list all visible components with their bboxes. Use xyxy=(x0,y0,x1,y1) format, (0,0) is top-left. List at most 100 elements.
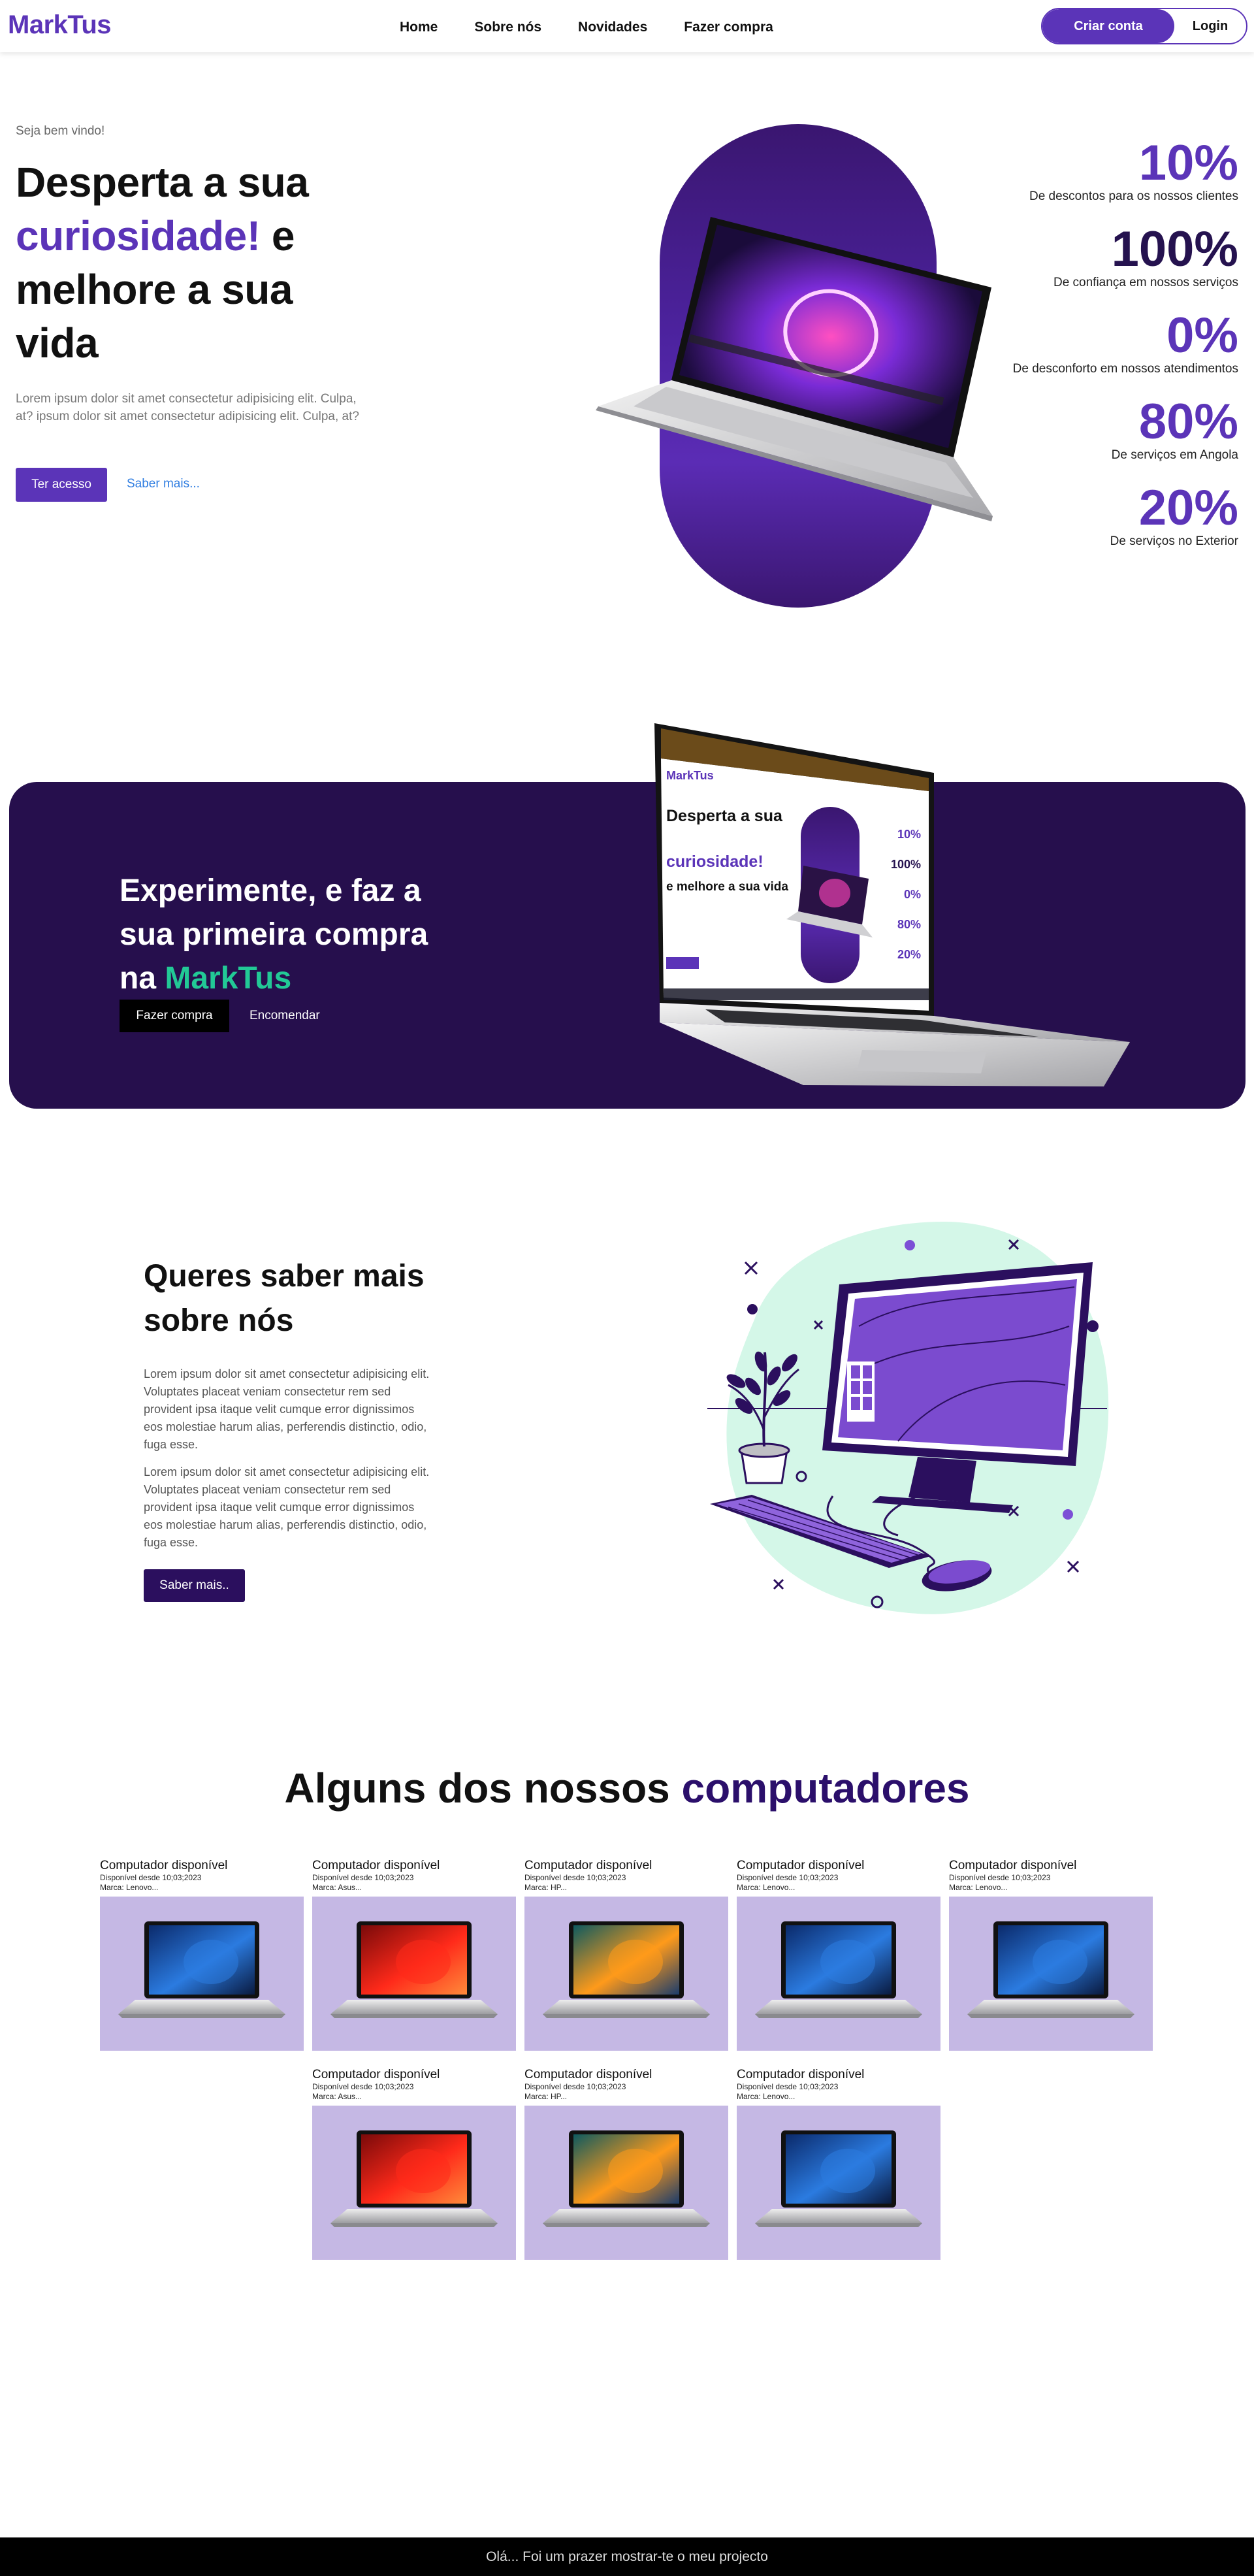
signup-button[interactable]: Criar conta xyxy=(1042,9,1174,43)
product-brand: Marca: HP... xyxy=(524,2092,568,2101)
nav-link-fazer-compra[interactable]: Fazer compra xyxy=(684,20,773,35)
nav-link-sobre-nos[interactable]: Sobre nós xyxy=(474,20,541,35)
products-title-accent: computadores xyxy=(681,1765,970,1812)
login-button[interactable]: Login xyxy=(1174,9,1246,43)
product-image xyxy=(312,1897,516,2051)
product-title: Computador disponível xyxy=(949,1859,1077,1872)
laptop-image xyxy=(755,1921,922,2018)
product-availability: Disponível desde 10;03;2023 xyxy=(737,2082,839,2091)
hero-description: Lorem ipsum dolor sit amet consectetur a… xyxy=(16,392,359,423)
product-card[interactable]: Computador disponível Disponível desde 10… xyxy=(949,1859,1153,2051)
hero-title-part1: Desperta a sua xyxy=(16,159,309,206)
auth-buttons: Criar conta Login xyxy=(1041,8,1247,44)
product-title: Computador disponível xyxy=(737,1859,865,1872)
stats-list: 10% De descontos para os nossos clientes… xyxy=(951,137,1238,568)
stat-label: De serviços em Angola xyxy=(1111,448,1238,462)
product-brand: Marca: Lenovo... xyxy=(100,1883,159,1892)
stat-item: 100% De confiança em nossos serviços xyxy=(951,223,1238,290)
hero-title-accent: curiosidade! xyxy=(16,212,261,259)
product-availability: Disponível desde 10;03;2023 xyxy=(100,1873,202,1882)
laptop-image xyxy=(330,2130,498,2227)
product-availability: Disponível desde 10;03;2023 xyxy=(524,1873,626,1882)
access-button[interactable]: Ter acesso xyxy=(16,468,107,502)
cta-laptop-image: MarkTus Desperta a sua curiosidade! e me… xyxy=(654,723,1130,1086)
main-nav: Home Sobre nós Novidades Fazer compra xyxy=(400,20,810,35)
stat-label: De confiança em nossos serviços xyxy=(1053,276,1238,289)
product-title: Computador disponível xyxy=(312,1859,440,1872)
laptop-image xyxy=(543,1921,710,2018)
product-title: Computador disponível xyxy=(312,2068,440,2081)
about-title: Queres saber mais sobre nós xyxy=(144,1259,425,1338)
stat-value: 10% xyxy=(1138,135,1238,191)
product-image xyxy=(524,2106,728,2260)
stat-label: De descontos para os nossos clientes xyxy=(1029,189,1238,203)
product-title: Computador disponível xyxy=(737,2068,865,2081)
nav-link-novidades[interactable]: Novidades xyxy=(578,20,647,35)
product-brand: Marca: Lenovo... xyxy=(949,1883,1008,1892)
product-card[interactable]: Computador disponível Disponível desde 10… xyxy=(312,1859,516,2051)
about-more-button[interactable]: Saber mais.. xyxy=(144,1569,245,1602)
order-link[interactable]: Encomendar xyxy=(249,1009,320,1023)
stat-item: 80% De serviços em Angola xyxy=(951,396,1238,463)
product-brand: Marca: Lenovo... xyxy=(737,2092,796,2101)
product-brand: Marca: Lenovo... xyxy=(737,1883,796,1892)
product-brand: Marca: Asus... xyxy=(312,1883,362,1892)
product-card[interactable]: Computador disponível Disponível desde 10… xyxy=(524,1859,728,2051)
cta-title: Experimente, e faz a sua primeira compra… xyxy=(120,869,459,1000)
laptop-image xyxy=(330,1921,498,2018)
laptop-image xyxy=(543,2130,710,2227)
stat-value: 100% xyxy=(1111,221,1238,277)
site-logo[interactable]: MarkTus xyxy=(8,10,112,40)
stat-item: 10% De descontos para os nossos clientes xyxy=(951,137,1238,204)
mockup-logo: MarkTus xyxy=(666,769,714,782)
mockup-title-accent: curiosidade! xyxy=(666,853,764,871)
mockup-stat: 100% xyxy=(891,858,921,871)
product-availability: Disponível desde 10;03;2023 xyxy=(312,1873,414,1882)
mockup-title-line1: Desperta a sua xyxy=(666,807,783,825)
laptop-image xyxy=(118,1921,285,2018)
footer-text: Olá... Foi um prazer mostrar-te o meu pr… xyxy=(486,2549,768,2564)
product-availability: Disponível desde 10;03;2023 xyxy=(737,1873,839,1882)
product-image xyxy=(312,2106,516,2260)
product-title: Computador disponível xyxy=(100,1859,228,1872)
product-image xyxy=(524,1897,728,2051)
welcome-text: Seja bem vindo! xyxy=(16,124,105,138)
mockup-title-line3: e melhore a sua vida xyxy=(666,880,788,894)
nav-link-home[interactable]: Home xyxy=(400,20,438,35)
mockup-stat: 20% xyxy=(897,948,921,961)
product-card[interactable]: Computador disponível Disponível desde 10… xyxy=(312,2068,516,2260)
hero-laptop-image xyxy=(596,217,993,521)
stat-value: 0% xyxy=(1166,308,1238,363)
product-brand: Marca: Asus... xyxy=(312,2092,362,2101)
product-availability: Disponível desde 10;03;2023 xyxy=(524,2082,626,2091)
mockup-stat: 80% xyxy=(897,918,921,931)
about-paragraph: Lorem ipsum dolor sit amet consectetur a… xyxy=(144,1465,430,1549)
stat-label: De serviços no Exterior xyxy=(1110,534,1238,548)
navbar: MarkTus Home Sobre nós Novidades Fazer c… xyxy=(0,0,1254,52)
stat-value: 20% xyxy=(1138,480,1238,536)
product-image xyxy=(949,1897,1153,2051)
buy-button[interactable]: Fazer compra xyxy=(120,1000,229,1032)
mockup-taskbar xyxy=(664,988,929,1000)
laptop-image xyxy=(755,2130,922,2227)
product-title: Computador disponível xyxy=(524,2068,652,2081)
product-card[interactable]: Computador disponível Disponível desde 10… xyxy=(524,2068,728,2260)
learn-more-link[interactable]: Saber mais... xyxy=(127,477,200,491)
footer: Olá... Foi um prazer mostrar-te o meu pr… xyxy=(0,2537,1254,2576)
product-brand: Marca: HP... xyxy=(524,1883,568,1892)
mockup-stat: 0% xyxy=(904,888,921,901)
mockup-button xyxy=(666,957,699,969)
product-card[interactable]: Computador disponível Disponível desde 10… xyxy=(737,1859,940,2051)
computer-illustration xyxy=(707,1222,1109,1614)
stat-item: 0% De desconforto em nossos atendimentos xyxy=(951,310,1238,376)
product-card[interactable]: Computador disponível Disponível desde 10… xyxy=(100,1859,304,2051)
products-title: Alguns dos nossos computadores xyxy=(0,1764,1254,1812)
laptop-image xyxy=(967,1921,1134,2018)
stat-label: De desconforto em nossos atendimentos xyxy=(1012,362,1238,376)
product-image xyxy=(737,2106,940,2260)
product-card[interactable]: Computador disponível Disponível desde 10… xyxy=(737,2068,940,2260)
cta-title-brand: MarkTus xyxy=(165,961,292,996)
mockup-stat: 10% xyxy=(897,828,921,841)
stat-value: 80% xyxy=(1138,394,1238,449)
products-title-text: Alguns dos nossos xyxy=(284,1765,682,1812)
